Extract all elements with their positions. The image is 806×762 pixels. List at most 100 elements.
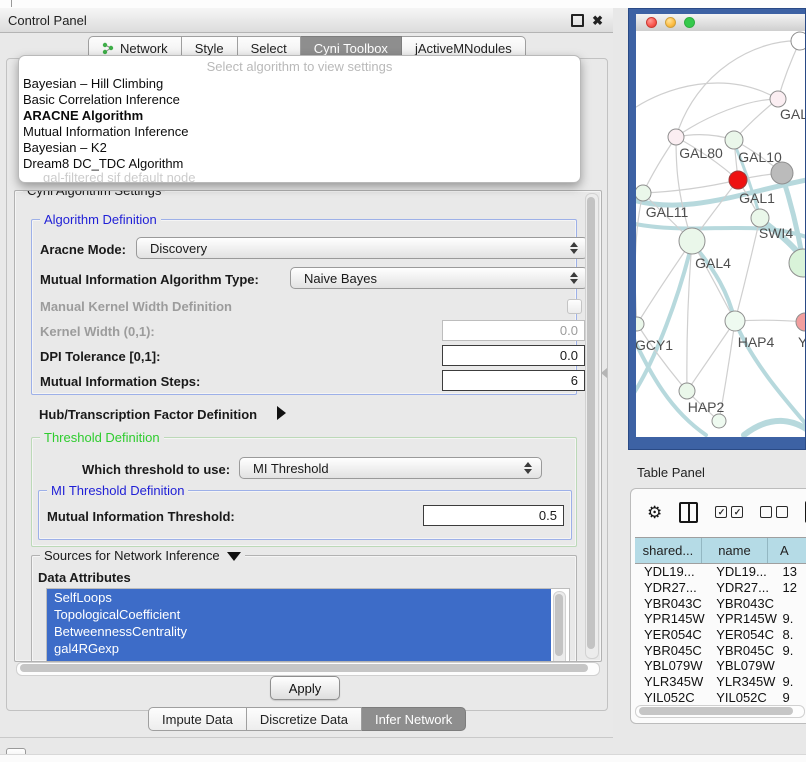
- collapse-down-arrow-icon[interactable]: [227, 552, 241, 561]
- mi-type-combo[interactable]: Naive Bayes: [290, 267, 588, 289]
- data-attributes-list[interactable]: SelfLoopsTopologicalCoefficientBetweenne…: [46, 588, 570, 662]
- cell-name: YBR043C: [707, 595, 778, 611]
- gear-icon[interactable]: ⚙: [647, 504, 662, 521]
- network-node-gal1-selected[interactable]: [729, 171, 747, 189]
- settings-vertical-scrollbar[interactable]: [585, 193, 599, 659]
- network-node-hap2[interactable]: [679, 383, 695, 399]
- panel-title: Control Panel: [0, 13, 87, 28]
- cell-value: [778, 658, 806, 674]
- split-columns-icon[interactable]: [679, 502, 698, 523]
- select-all-icon[interactable]: ✓✓: [715, 506, 743, 518]
- node-label: HAP4: [738, 334, 775, 350]
- tab-discretize-data[interactable]: Discretize Data: [247, 707, 362, 731]
- teal-edges: [636, 143, 805, 435]
- network-node-gcy1[interactable]: [636, 317, 644, 331]
- table-row[interactable]: YLR345W YLR345W 9.: [635, 674, 806, 690]
- apply-button[interactable]: Apply: [270, 676, 340, 700]
- network-canvas[interactable]: GAL GAL80 GAL10 GAL1 GAL11 SWI4 GAL4 GCY…: [636, 31, 805, 437]
- close-traffic-light-icon[interactable]: [646, 17, 657, 28]
- table-row[interactable]: YBR043C YBR043C: [635, 595, 806, 611]
- minimize-traffic-light-icon[interactable]: [665, 17, 676, 28]
- list-vertical-scrollbar[interactable]: [553, 591, 566, 662]
- column-header-cut[interactable]: A: [768, 538, 806, 563]
- network-node[interactable]: [791, 32, 805, 50]
- apply-button-label: Apply: [289, 681, 322, 696]
- aracne-mode-value: Discovery: [150, 241, 207, 256]
- tab-style-label: Style: [195, 41, 224, 56]
- node-labels: GAL GAL80 GAL10 GAL1 GAL11 SWI4 GAL4 GCY…: [636, 106, 805, 415]
- network-node[interactable]: [712, 414, 726, 428]
- network-node-gal80[interactable]: [668, 129, 684, 145]
- cell-value: 9.: [778, 642, 806, 658]
- network-node-gray[interactable]: [771, 162, 793, 184]
- cell-name: YIL052C: [707, 690, 778, 706]
- list-scroll-thumb[interactable]: [555, 594, 563, 656]
- algorithm-option-selected[interactable]: ARACNE Algorithm: [19, 108, 580, 124]
- network-node[interactable]: [770, 91, 786, 107]
- network-node-gal4[interactable]: [679, 228, 705, 254]
- cell-shared-name: YPR145W: [635, 611, 707, 627]
- settings-hscroll-thumb[interactable]: [20, 664, 588, 672]
- threshold-definition-title: Threshold Definition: [40, 430, 164, 445]
- mi-threshold-field[interactable]: 0.5: [423, 505, 564, 526]
- network-node[interactable]: [789, 249, 805, 277]
- network-graph: GAL GAL80 GAL10 GAL1 GAL11 SWI4 GAL4 GCY…: [636, 31, 805, 437]
- table-row[interactable]: YBL079W YBL079W: [635, 658, 806, 674]
- network-icon: [102, 42, 115, 55]
- mi-threshold-group-title: MI Threshold Definition: [47, 483, 188, 498]
- algorithm-option[interactable]: Basic Correlation Inference: [19, 92, 580, 108]
- which-threshold-label: Which threshold to use:: [82, 462, 230, 477]
- float-window-icon[interactable]: [571, 14, 584, 27]
- tab-impute-data[interactable]: Impute Data: [148, 707, 247, 731]
- table-row[interactable]: YER054C YER054C 8.: [635, 627, 806, 643]
- attribute-item[interactable]: BetweennessCentrality: [47, 623, 569, 640]
- table-row[interactable]: YIL052C YIL052C 9: [635, 690, 806, 706]
- table-hscroll-thumb[interactable]: [639, 707, 793, 715]
- table-row[interactable]: YPR145W YPR145W 9.: [635, 611, 806, 627]
- attribute-item[interactable]: TopologicalCoefficient: [47, 606, 569, 623]
- cyni-algorithm-settings-group: Cyni Algorithm Settings Algorithm Defini…: [14, 190, 602, 662]
- settings-horizontal-scrollbar[interactable]: [16, 662, 600, 676]
- column-header-name[interactable]: name: [702, 538, 768, 563]
- attribute-item[interactable]: gal4RGexp: [47, 640, 569, 657]
- top-tick: [11, 0, 12, 7]
- deselect-all-icon[interactable]: [760, 506, 788, 518]
- cell-value: 9.: [778, 611, 806, 627]
- network-node-salmon[interactable]: [796, 313, 805, 331]
- network-node-hap4[interactable]: [725, 311, 745, 331]
- network-node-gal11[interactable]: [636, 185, 651, 201]
- table-row[interactable]: YDL19... YDL19... 13: [635, 564, 806, 580]
- network-view-window: GAL GAL80 GAL10 GAL1 GAL11 SWI4 GAL4 GCY…: [628, 8, 806, 450]
- node-label: GCY1: [636, 337, 673, 353]
- attribute-item[interactable]: SelfLoops: [47, 589, 569, 606]
- expand-right-arrow-icon[interactable]: [277, 406, 286, 420]
- cell-name: YLR345W: [707, 674, 778, 690]
- cell-shared-name: YBR043C: [635, 595, 707, 611]
- mi-steps-field[interactable]: 6: [442, 370, 585, 391]
- bottom-strip: [0, 754, 806, 762]
- column-header-shared[interactable]: shared...: [635, 538, 702, 563]
- tab-infer-network[interactable]: Infer Network: [362, 707, 466, 731]
- sources-group-title: Sources for Network Inference: [40, 548, 245, 563]
- panel-splitter-handle[interactable]: [601, 368, 607, 378]
- dpi-tolerance-field[interactable]: 0.0: [442, 345, 585, 366]
- algorithm-option[interactable]: Bayesian – Hill Climbing: [19, 76, 580, 92]
- settings-scroll-thumb[interactable]: [587, 197, 595, 649]
- table-panel-title: Table Panel: [637, 465, 705, 480]
- cell-value: 12: [778, 580, 806, 596]
- stepper-arrows-icon: [570, 242, 578, 254]
- zoom-traffic-light-icon[interactable]: [684, 17, 695, 28]
- node-label: GAL4: [695, 255, 731, 271]
- algorithm-option[interactable]: Bayesian – K2: [19, 140, 580, 156]
- table-row[interactable]: YBR045C YBR045C 9.: [635, 642, 806, 658]
- aracne-mode-combo[interactable]: Discovery: [136, 237, 588, 259]
- which-threshold-combo[interactable]: MI Threshold: [239, 457, 542, 479]
- table-horizontal-scrollbar[interactable]: [635, 705, 805, 718]
- network-node-gal10[interactable]: [725, 131, 743, 149]
- cell-value: 9: [778, 690, 806, 706]
- close-icon[interactable]: ✖: [592, 14, 603, 27]
- manual-kernel-checkbox[interactable]: [567, 299, 582, 314]
- screen: Control Panel ✖ Network Style Select Cyn: [0, 0, 806, 762]
- algorithm-option[interactable]: Mutual Information Inference: [19, 124, 580, 140]
- table-row[interactable]: YDR27... YDR27... 12: [635, 580, 806, 596]
